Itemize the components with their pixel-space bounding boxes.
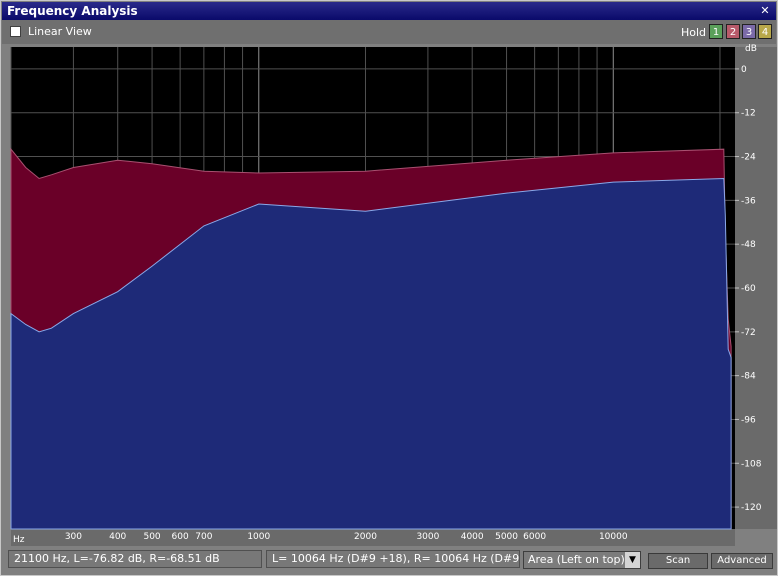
x-tick-label: 2000 bbox=[354, 532, 377, 542]
view-mode-value: Area (Left on top) bbox=[528, 553, 625, 566]
peak-readout: L= 10064 Hz (D#9 +18), R= 10064 Hz (D#9 … bbox=[266, 550, 520, 568]
x-tick-label: 700 bbox=[195, 532, 212, 542]
x-tick-label: 1000 bbox=[247, 532, 270, 542]
scan-button[interactable]: Scan bbox=[648, 553, 708, 569]
x-tick-label: 3000 bbox=[416, 532, 439, 542]
frequency-chart[interactable]: Hz 300 400 500 600 700 1000 2000 3000 4000 5000 600… bbox=[1, 1, 777, 546]
y-axis-unit-label: dB bbox=[745, 44, 757, 54]
x-tick-label: 6000 bbox=[523, 532, 546, 542]
x-tick-label: 400 bbox=[109, 532, 126, 542]
chevron-down-icon[interactable]: ▼ bbox=[625, 552, 640, 568]
y-tick-label: -108 bbox=[741, 459, 762, 469]
x-tick-label: 10000 bbox=[599, 532, 628, 542]
x-axis-unit-label: Hz bbox=[13, 535, 25, 545]
view-mode-select[interactable]: Area (Left on top) ▼ bbox=[523, 551, 641, 569]
spectrum-areas bbox=[10, 147, 732, 530]
x-tick-label: 600 bbox=[172, 532, 189, 542]
frequency-analysis-window: Frequency Analysis ✕ Linear View Hold 1 … bbox=[0, 0, 778, 576]
x-tick-label: 300 bbox=[65, 532, 82, 542]
x-tick-label: 5000 bbox=[495, 532, 518, 542]
cursor-readout: 21100 Hz, L=-76.82 dB, R=-68.51 dB bbox=[8, 550, 262, 568]
y-tick-label: -12 bbox=[741, 109, 756, 119]
advanced-button[interactable]: Advanced bbox=[711, 553, 773, 569]
x-tick-label: 4000 bbox=[461, 532, 484, 542]
y-tick-label: -84 bbox=[741, 372, 756, 382]
y-tick-label: 0 bbox=[741, 65, 747, 75]
y-tick-label: -48 bbox=[741, 240, 756, 250]
status-bar: 21100 Hz, L=-76.82 dB, R=-68.51 dB L= 10… bbox=[2, 547, 776, 575]
x-tick-label: 500 bbox=[143, 532, 160, 542]
y-tick-label: -60 bbox=[741, 284, 756, 294]
y-tick-label: -72 bbox=[741, 328, 756, 338]
y-tick-label: -96 bbox=[741, 415, 756, 425]
y-tick-label: -36 bbox=[741, 196, 756, 206]
y-tick-label: -120 bbox=[741, 503, 762, 513]
y-tick-label: -24 bbox=[741, 153, 756, 163]
